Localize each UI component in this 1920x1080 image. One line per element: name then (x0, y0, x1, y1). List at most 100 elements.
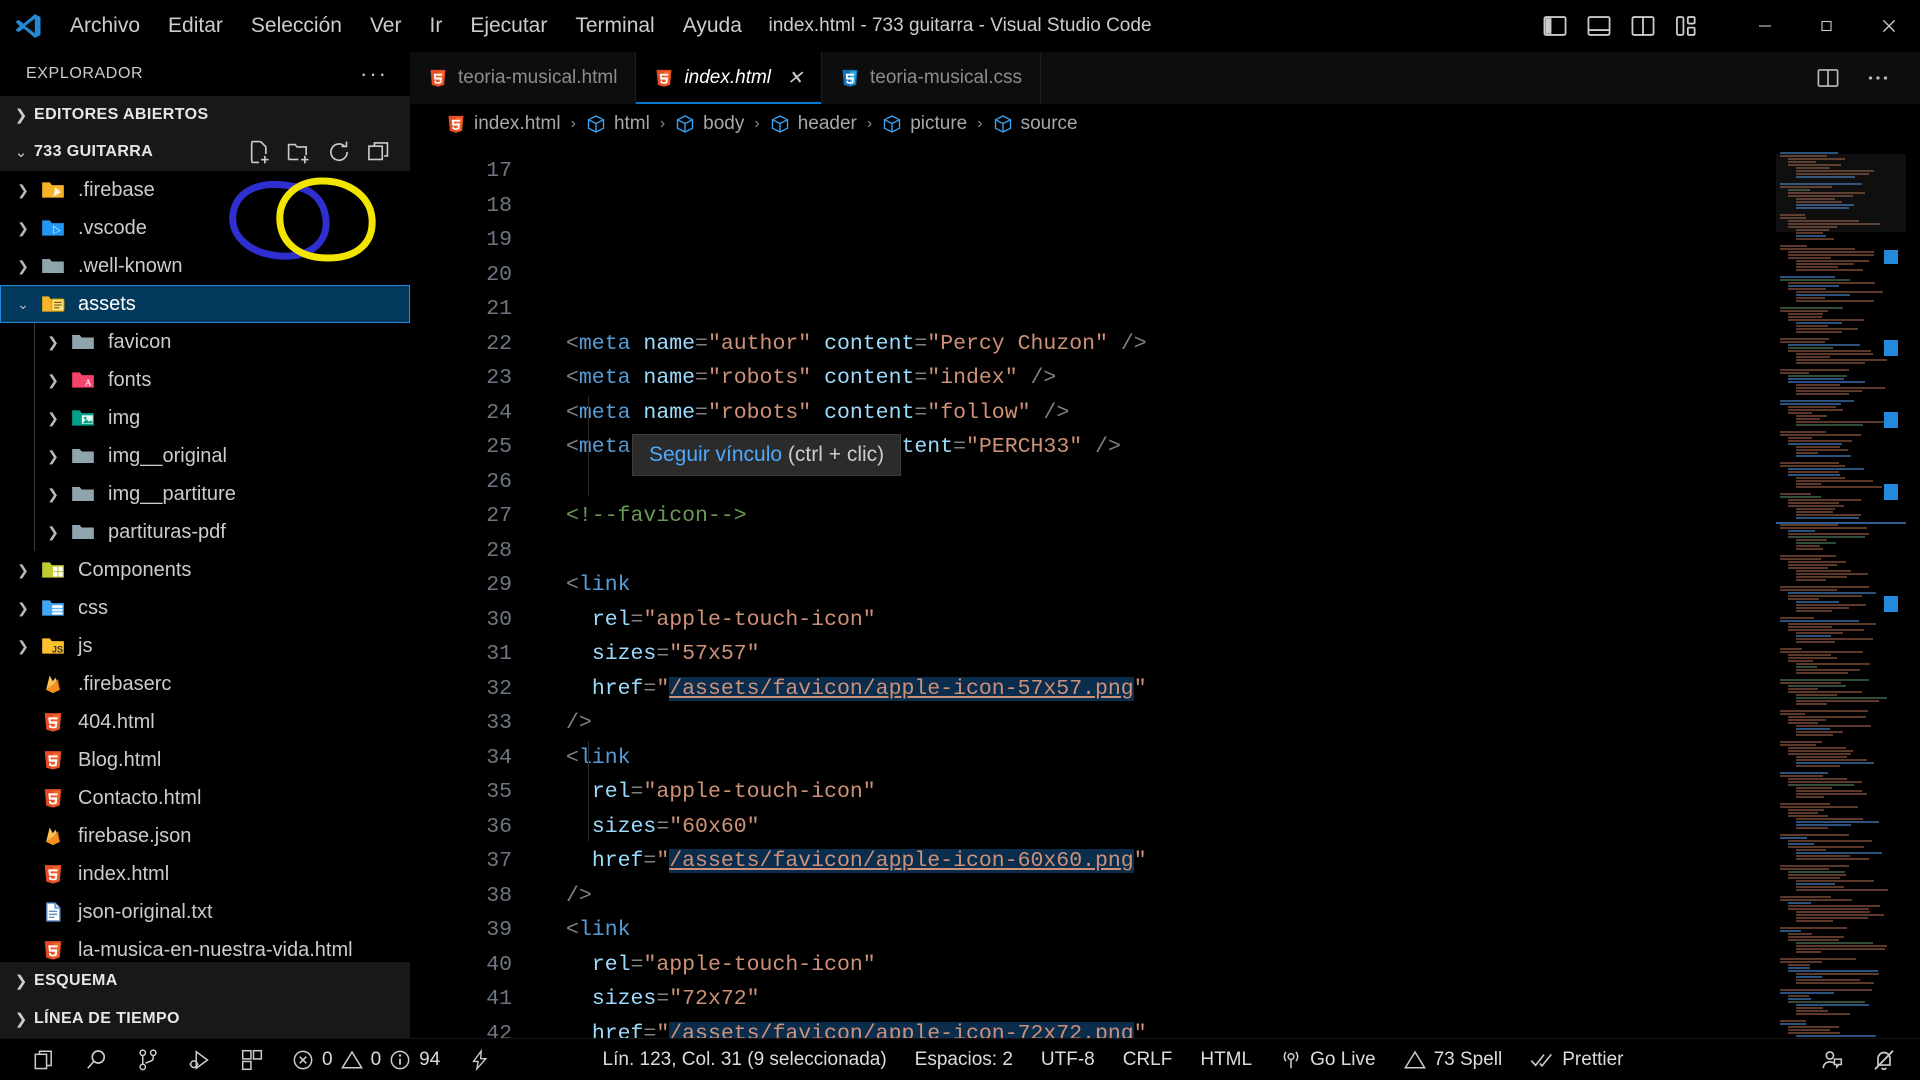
minimap-viewport-slider[interactable] (1776, 154, 1906, 232)
cursor-position[interactable]: Lín. 123, Col. 31 (9 seleccionada) (589, 1039, 901, 1080)
tree-file-404-html[interactable]: 404.html (0, 703, 410, 741)
tree-folder-favicon[interactable]: ❯ favicon (0, 323, 410, 362)
menu-editar[interactable]: Editar (154, 10, 237, 42)
code-line[interactable]: <link (566, 741, 1776, 776)
tree-folder-components[interactable]: ❯ Components (0, 551, 410, 589)
code-line[interactable]: href="/assets/favicon/apple-icon-60x60.p… (566, 844, 1776, 879)
toggle-secondary-sidebar-icon[interactable] (1630, 13, 1656, 39)
code-line[interactable]: /> (566, 706, 1776, 741)
section-linea-de-tiempo[interactable]: ❯ LÍNEA DE TIEMPO (0, 1000, 410, 1039)
spell-checker[interactable]: 73 Spell (1390, 1039, 1517, 1080)
code-line[interactable]: rel="apple-touch-icon" (566, 775, 1776, 810)
code-line[interactable]: sizes="57x57" (566, 637, 1776, 672)
tree-folder-js[interactable]: ❯ JS js (0, 627, 410, 665)
go-live-button[interactable]: Go Live (1266, 1039, 1389, 1080)
section-editores-abiertos[interactable]: ❯ EDITORES ABIERTOS (0, 96, 410, 134)
eol[interactable]: CRLF (1109, 1039, 1187, 1080)
maximize-button[interactable] (1796, 0, 1858, 52)
minimap[interactable] (1776, 144, 1906, 1038)
code-line[interactable]: <meta name="robots" content="index" /> (566, 361, 1776, 396)
tree-file-blog-html[interactable]: Blog.html (0, 741, 410, 779)
tree-file-json-original-txt[interactable]: json-original.txt (0, 893, 410, 931)
tree-folder-fonts[interactable]: ❯ Afonts (0, 361, 410, 400)
extensions-icon[interactable] (226, 1039, 278, 1080)
encoding[interactable]: UTF-8 (1027, 1039, 1109, 1080)
code-line[interactable]: rel="apple-touch-icon" (566, 948, 1776, 983)
code-line[interactable]: <link (566, 568, 1776, 603)
code-line[interactable]: sizes="72x72" (566, 982, 1776, 1017)
editor-more-actions-icon[interactable] (1866, 66, 1890, 90)
tab-teoria-musical-html[interactable]: teoria-musical.html (410, 52, 637, 104)
code-line[interactable]: href="/assets/favicon/apple-icon-72x72.p… (566, 1017, 1776, 1038)
breadcrumb[interactable]: index.html › html › body › header › picture › sour… (410, 104, 1920, 144)
code-line[interactable]: /> (566, 879, 1776, 914)
source-control-icon[interactable] (122, 1039, 174, 1080)
minimize-button[interactable] (1734, 0, 1796, 52)
breadcrumb-item-body[interactable]: body (675, 113, 744, 135)
tree-folder-partituras-pdf[interactable]: ❯ partituras-pdf (0, 513, 410, 552)
problems-errors[interactable]: 0 0 94 (278, 1039, 454, 1080)
tree-folder--firebase[interactable]: ❯ .firebase (0, 171, 410, 209)
code-line[interactable]: rel="apple-touch-icon" (566, 603, 1776, 638)
remote-window-icon[interactable] (18, 1039, 70, 1080)
menu-ver[interactable]: Ver (356, 10, 416, 42)
ports-icon[interactable] (454, 1039, 504, 1080)
close-button[interactable] (1858, 0, 1920, 52)
tree-file-index-html[interactable]: index.html (0, 855, 410, 893)
tree-folder-img-original[interactable]: ❯ img__original (0, 437, 410, 476)
fold-gutter[interactable] (530, 144, 566, 1038)
code-line[interactable] (566, 534, 1776, 569)
tab-index-html[interactable]: index.html ✕ (636, 52, 822, 104)
tree-file--firebaserc[interactable]: .firebaserc (0, 665, 410, 703)
code-line[interactable]: href="/assets/favicon/apple-icon-57x57.p… (566, 672, 1776, 707)
tree-folder--well-known[interactable]: ❯ .well-known (0, 247, 410, 285)
live-share-icon[interactable] (1806, 1039, 1858, 1080)
close-icon[interactable]: ✕ (787, 67, 803, 90)
tree-folder-assets[interactable]: ⌄ assets (0, 285, 410, 324)
tree-file-contacto-html[interactable]: Contacto.html (0, 779, 410, 817)
menu-ayuda[interactable]: Ayuda (669, 10, 756, 42)
menu-seleccion[interactable]: Selección (237, 10, 356, 42)
run-debug-icon[interactable] (174, 1039, 226, 1080)
code-line[interactable]: sizes="60x60" (566, 810, 1776, 845)
section-esquema[interactable]: ❯ ESQUEMA (0, 962, 410, 1001)
prettier-status[interactable]: Prettier (1516, 1039, 1637, 1080)
customize-layout-icon[interactable] (1674, 13, 1700, 39)
toggle-panel-icon[interactable] (1586, 13, 1612, 39)
tree-folder--vscode[interactable]: ❯ .vscode (0, 209, 410, 247)
menu-archivo[interactable]: Archivo (56, 10, 154, 42)
breadcrumb-item-header[interactable]: header (770, 113, 857, 135)
code-line[interactable]: <link (566, 913, 1776, 948)
new-file-icon[interactable] (246, 139, 272, 165)
notifications-bell-dot-icon[interactable] (1858, 1039, 1910, 1080)
language-mode[interactable]: HTML (1186, 1039, 1266, 1080)
menu-bar[interactable]: Archivo Editar Selección Ver Ir Ejecutar… (56, 10, 756, 42)
menu-terminal[interactable]: Terminal (561, 10, 668, 42)
search-icon[interactable] (70, 1039, 122, 1080)
breadcrumb-item-index.html[interactable]: index.html (446, 113, 561, 135)
breadcrumb-item-source[interactable]: source (993, 113, 1078, 135)
tree-folder-img-partiture[interactable]: ❯ img__partiture (0, 475, 410, 514)
split-editor-right-icon[interactable] (1816, 66, 1840, 90)
editor-scrollbar[interactable] (1906, 144, 1920, 1038)
explorer-more-actions-icon[interactable]: ··· (360, 63, 388, 85)
code-line[interactable]: <meta name="robots" content="follow" /> (566, 396, 1776, 431)
code-content[interactable]: <meta name="author" content="Percy Chuzo… (566, 144, 1776, 1038)
section-733-guitarra[interactable]: ⌄ 733 GUITARRA (0, 133, 410, 172)
new-folder-icon[interactable] (286, 139, 312, 165)
indentation[interactable]: Espacios: 2 (901, 1039, 1027, 1080)
menu-ejecutar[interactable]: Ejecutar (456, 10, 561, 42)
tree-folder-img[interactable]: ❯ img (0, 399, 410, 438)
collapse-folders-icon[interactable] (366, 139, 392, 165)
menu-ir[interactable]: Ir (415, 10, 456, 42)
tree-folder-css[interactable]: ❯ css (0, 589, 410, 627)
code-editor[interactable]: 17 18 19 20 21 22 23 24 25 26 27 28 29 30 31 32 33 34 35 36… (410, 144, 1920, 1038)
code-line[interactable]: <!--favicon--> (566, 499, 1776, 534)
toggle-primary-sidebar-icon[interactable] (1542, 13, 1568, 39)
tree-file-la-musica-en-nuestra-vida-html[interactable]: la-musica-en-nuestra-vida.html (0, 931, 410, 962)
tab-teoria-musical-css[interactable]: teoria-musical.css (821, 52, 1042, 104)
breadcrumb-item-picture[interactable]: picture (882, 113, 967, 135)
file-tree[interactable]: ❯ .firebase ❯ .vscode ❯ .well-known ⌄ assets ❯ fa… (0, 171, 410, 962)
tree-file-firebase-json[interactable]: firebase.json (0, 817, 410, 855)
breadcrumb-item-html[interactable]: html (586, 113, 650, 135)
